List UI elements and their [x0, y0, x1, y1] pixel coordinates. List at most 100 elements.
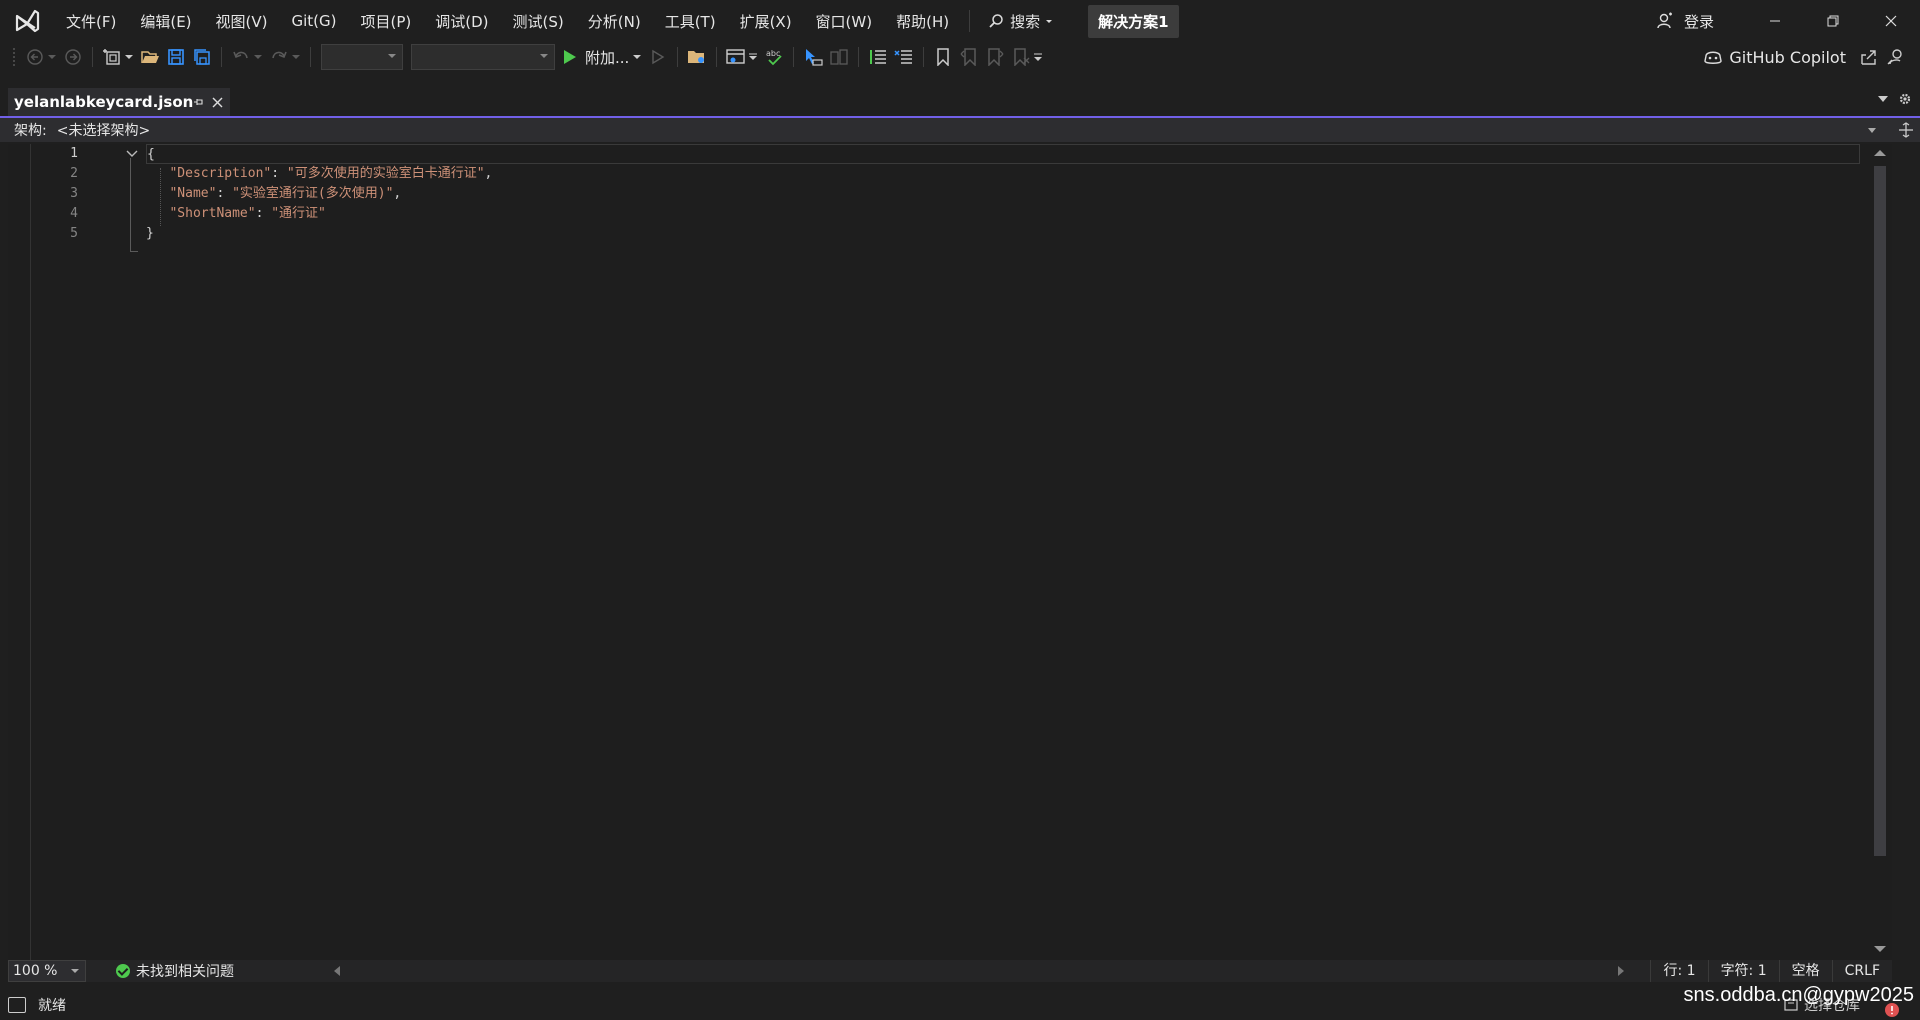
open-file-button[interactable]: [139, 46, 161, 68]
status-ready: 就绪: [38, 998, 66, 1014]
solution-platform-select[interactable]: [411, 44, 555, 70]
pin-tab-button[interactable]: [193, 92, 205, 112]
menu-window[interactable]: 窗口(W): [804, 11, 885, 32]
menu-analyze[interactable]: 分析(N): [576, 11, 653, 32]
toolbar-divider: [310, 47, 311, 67]
solution-configuration-select[interactable]: [321, 44, 403, 70]
new-project-icon: [103, 49, 120, 65]
cursor-char[interactable]: 字符: 1: [1707, 960, 1779, 982]
feedback-button[interactable]: [1884, 46, 1906, 68]
spell-check-button[interactable]: abc: [763, 46, 785, 68]
menu-file[interactable]: 文件(F): [54, 11, 128, 32]
code-line[interactable]: {: [146, 144, 1860, 164]
code-line[interactable]: }: [146, 224, 1860, 244]
fold-guide-end: [130, 251, 138, 252]
back-dropdown[interactable]: [48, 46, 56, 68]
new-project-button[interactable]: [101, 46, 123, 68]
live-share-button[interactable]: [1858, 46, 1880, 68]
undo-button[interactable]: [230, 46, 252, 68]
caret-down-icon: [292, 55, 300, 59]
clear-bookmarks-button[interactable]: [1010, 46, 1032, 68]
save-all-button[interactable]: [191, 46, 213, 68]
browser-link-button[interactable]: [725, 46, 747, 68]
hot-reload-button[interactable]: [828, 46, 850, 68]
attach-run-button[interactable]: 附加...: [563, 47, 629, 68]
code-text[interactable]: { "Description": "可多次使用的实验室白卡通行证", "Name…: [146, 144, 1860, 244]
vertical-scrollbar[interactable]: [1868, 144, 1892, 960]
code-editor[interactable]: 1 2 3 4 5 { "Description": "可多次使用的实验室白卡通…: [8, 144, 1892, 960]
menu-git[interactable]: Git(G): [280, 12, 349, 30]
save-button[interactable]: [165, 46, 187, 68]
save-icon: [168, 49, 184, 65]
menu-help[interactable]: 帮助(H): [884, 11, 961, 32]
previous-bookmark-button[interactable]: [958, 46, 980, 68]
code-line[interactable]: "Name": "实验室通行证(多次使用)",: [146, 184, 1860, 204]
redo-dropdown[interactable]: [292, 46, 300, 68]
scroll-left-icon[interactable]: [334, 966, 340, 976]
menu-debug[interactable]: 调试(D): [423, 11, 500, 32]
comment-lines-button[interactable]: [867, 46, 889, 68]
menu-edit[interactable]: 编辑(E): [128, 11, 203, 32]
chevron-down-icon[interactable]: [1868, 127, 1876, 133]
uncomment-lines-button[interactable]: [893, 46, 915, 68]
code-line[interactable]: "Description": "可多次使用的实验室白卡通行证",: [146, 164, 1860, 184]
scroll-down-icon[interactable]: [1874, 946, 1886, 952]
tab-yelanlabkeycard-json[interactable]: yelanlabkeycard.json: [8, 88, 230, 116]
run-dropdown[interactable]: [633, 46, 642, 68]
github-copilot-button[interactable]: GitHub Copilot: [1703, 48, 1846, 67]
toolbar-overflow-button[interactable]: [1034, 46, 1043, 68]
menu-test[interactable]: 测试(S): [501, 11, 576, 32]
start-without-debugging-button[interactable]: [647, 46, 669, 68]
undo-dropdown[interactable]: [254, 46, 262, 68]
close-tab-button[interactable]: [212, 92, 224, 112]
cursor-line[interactable]: 行: 1: [1650, 960, 1707, 982]
navigate-back-button[interactable]: [24, 46, 46, 68]
solution-name[interactable]: 解决方案1: [1088, 4, 1179, 38]
json-brace-close: }: [146, 226, 154, 241]
toolbar-grip[interactable]: [12, 47, 16, 67]
line-ending[interactable]: CRLF: [1831, 960, 1892, 982]
login-button[interactable]: 登录: [1656, 11, 1714, 32]
redo-button[interactable]: [268, 46, 290, 68]
tab-title: yelanlabkeycard.json: [14, 93, 194, 111]
fold-collapse-icon[interactable]: [126, 149, 138, 159]
next-bookmark-button[interactable]: [984, 46, 1006, 68]
play-outline-icon: [652, 49, 665, 65]
menu-project[interactable]: 项目(P): [349, 11, 424, 32]
chevron-down-icon: [388, 54, 396, 58]
select-element-button[interactable]: [802, 46, 824, 68]
cursor-select-icon: [806, 49, 823, 66]
search-button[interactable]: 搜索: [978, 11, 1070, 32]
login-label: 登录: [1683, 12, 1714, 31]
notification-icon[interactable]: [1884, 1002, 1900, 1018]
browser-link-dropdown[interactable]: [749, 46, 758, 68]
menu-view[interactable]: 视图(V): [204, 11, 280, 32]
tab-list-dropdown-icon[interactable]: [1878, 95, 1888, 103]
issues-indicator[interactable]: 未找到相关问题: [116, 961, 234, 981]
split-editor-icon[interactable]: [1898, 122, 1914, 138]
schema-select[interactable]: <未选择架构>: [57, 120, 1868, 140]
minimize-button[interactable]: [1746, 0, 1804, 42]
gear-icon[interactable]: [1898, 92, 1912, 106]
caret-down-icon: [125, 55, 133, 59]
scroll-right-icon[interactable]: [1618, 966, 1625, 976]
scroll-up-icon[interactable]: [1874, 150, 1886, 156]
restore-button[interactable]: [1804, 0, 1862, 42]
output-window-icon[interactable]: [8, 997, 26, 1013]
forward-arrow-icon: [65, 49, 81, 65]
glyph-margin[interactable]: [8, 144, 31, 960]
toggle-bookmark-button[interactable]: [932, 46, 954, 68]
navigate-forward-button[interactable]: [62, 46, 84, 68]
open-folder-in-explorer-button[interactable]: [686, 46, 708, 68]
new-project-dropdown[interactable]: [125, 46, 133, 68]
copilot-icon: [1704, 51, 1723, 64]
close-window-button[interactable]: [1862, 0, 1920, 42]
spell-check-icon: abc: [766, 49, 782, 66]
indent-mode[interactable]: 空格: [1778, 960, 1832, 982]
scrollbar-thumb[interactable]: [1874, 166, 1886, 856]
code-line[interactable]: "ShortName": "通行证": [146, 204, 1860, 224]
menu-tools[interactable]: 工具(T): [653, 11, 728, 32]
zoom-select[interactable]: 100 %: [8, 960, 86, 982]
menu-extensions[interactable]: 扩展(X): [728, 11, 804, 32]
account-icon: [1657, 12, 1672, 29]
